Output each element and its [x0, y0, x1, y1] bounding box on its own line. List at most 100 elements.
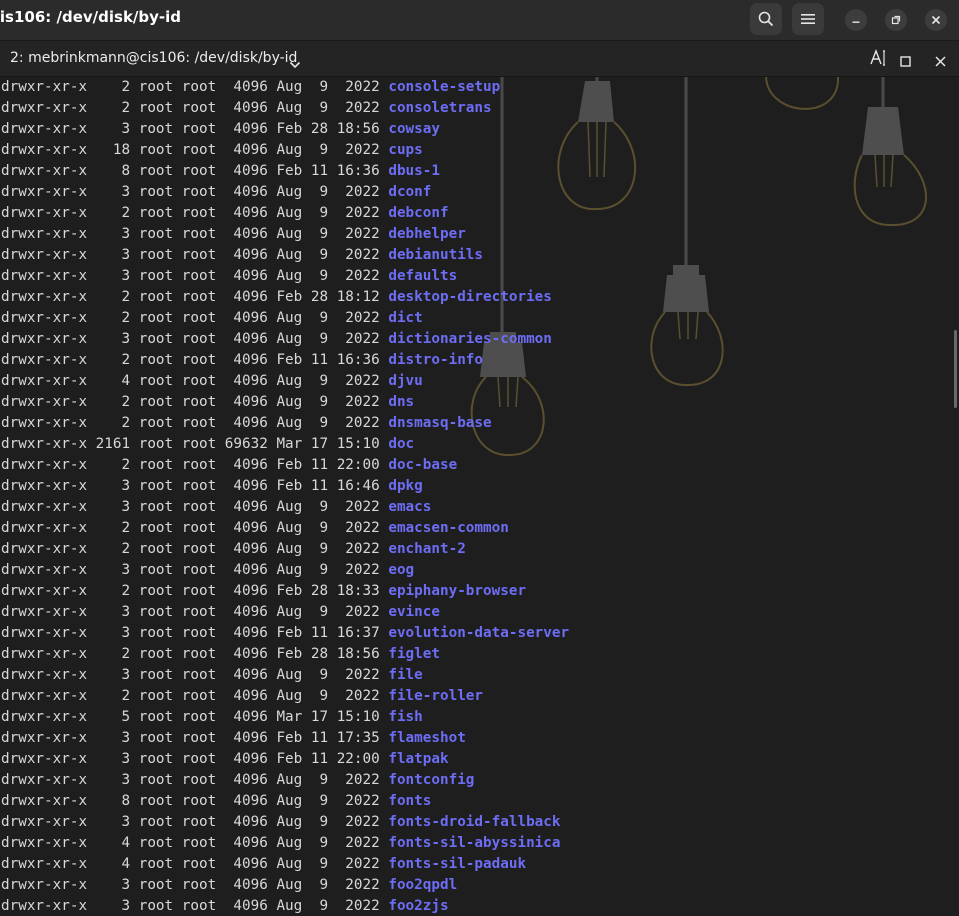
directory-name: doc: [388, 436, 415, 452]
close-icon: [935, 56, 946, 67]
listing-row: drwxr-xr-x 8 root root 4096 Feb 11 16:36…: [1, 161, 440, 182]
entry-metadata: drwxr-xr-x 3 root root 4096 Aug 9 2022: [1, 331, 389, 347]
entry-metadata: drwxr-xr-x 4 root root 4096 Aug 9 2022: [1, 835, 389, 851]
listing-row: drwxr-xr-x 2 root root 4096 Aug 9 2022 d…: [1, 392, 414, 413]
directory-name: debhelper: [388, 226, 466, 242]
listing-row: drwxr-xr-x 3 root root 4096 Aug 9 2022 d…: [1, 224, 466, 245]
minimize-icon: [852, 21, 860, 23]
minimize-button[interactable]: [845, 9, 867, 31]
directory-name: emacsen-common: [388, 520, 509, 536]
listing-row: drwxr-xr-x 2 root root 4096 Aug 9 2022 c…: [1, 98, 492, 119]
directory-name: fontconfig: [388, 772, 475, 788]
entry-metadata: drwxr-xr-x 3 root root 4096 Feb 28 18:56: [1, 121, 389, 137]
directory-name: dict: [388, 310, 423, 326]
entry-metadata: drwxr-xr-x 3 root root 4096 Feb 11 16:37: [1, 625, 389, 641]
entry-metadata: drwxr-xr-x 2 root root 4096 Feb 28 18:12: [1, 289, 389, 305]
directory-name: consoletrans: [388, 100, 492, 116]
listing-row: drwxr-xr-x 3 root root 4096 Aug 9 2022 d…: [1, 329, 552, 350]
directory-name: evolution-data-server: [388, 625, 570, 641]
listing-row: drwxr-xr-x 3 root root 4096 Feb 11 16:46…: [1, 476, 423, 497]
directory-name: evince: [388, 604, 440, 620]
entry-metadata: drwxr-xr-x 8 root root 4096 Aug 9 2022: [1, 793, 389, 809]
entry-metadata: drwxr-xr-x 3 root root 4096 Aug 9 2022: [1, 898, 389, 914]
scrollbar-thumb[interactable]: [954, 330, 957, 408]
directory-name: eog: [388, 562, 415, 578]
listing-row: drwxr-xr-x 2 root root 4096 Feb 28 18:33…: [1, 581, 526, 602]
directory-name: desktop-directories: [388, 289, 552, 305]
entry-metadata: drwxr-xr-x 3 root root 4096 Aug 9 2022: [1, 877, 389, 893]
listing-row: drwxr-xr-x 2 root root 4096 Aug 9 2022 e…: [1, 539, 466, 560]
entry-metadata: drwxr-xr-x 2 root root 4096 Aug 9 2022: [1, 310, 389, 326]
directory-name: dpkg: [388, 478, 423, 494]
listing-row: drwxr-xr-x 2 root root 4096 Aug 9 2022 d…: [1, 308, 423, 329]
directory-name: cowsay: [388, 121, 440, 137]
tab-active[interactable]: 2: mebrinkmann@cis106: /dev/disk/by-id: [0, 41, 310, 76]
entry-metadata: drwxr-xr-x 3 root root 4096 Aug 9 2022: [1, 268, 389, 284]
close-button[interactable]: [925, 9, 947, 31]
search-button[interactable]: [750, 3, 782, 35]
entry-metadata: drwxr-xr-x 2 root root 4096 Feb 28 18:56: [1, 646, 389, 662]
directory-name: dns: [388, 394, 415, 410]
entry-metadata: drwxr-xr-x 2 root root 4096 Aug 9 2022: [1, 541, 389, 557]
directory-name: foo2qpdl: [388, 877, 458, 893]
tab-close-button[interactable]: [935, 52, 946, 71]
entry-metadata: drwxr-xr-x 2 root root 4096 Feb 11 16:36: [1, 352, 389, 368]
entry-metadata: drwxr-xr-x 4 root root 4096 Aug 9 2022: [1, 856, 389, 872]
listing-row: drwxr-xr-x 2 root root 4096 Aug 9 2022 d…: [1, 203, 449, 224]
listing-row: drwxr-xr-x 2 root root 4096 Feb 28 18:12…: [1, 287, 552, 308]
listing-row: drwxr-xr-x 4 root root 4096 Aug 9 2022 d…: [1, 371, 423, 392]
listing-row: drwxr-xr-x 5 root root 4096 Mar 17 15:10…: [1, 707, 423, 728]
window-title: cis106: /dev/disk/by-id: [0, 8, 182, 26]
directory-name: figlet: [388, 646, 440, 662]
entry-metadata: drwxr-xr-x 2 root root 4096 Aug 9 2022: [1, 100, 389, 116]
listing-row: drwxr-xr-x 3 root root 4096 Aug 9 2022 d…: [1, 182, 431, 203]
square-icon: [900, 56, 911, 67]
entry-metadata: drwxr-xr-x 2 root root 4096 Aug 9 2022: [1, 688, 389, 704]
directory-name: distro-info: [388, 352, 484, 368]
directory-name: foo2zjs: [388, 898, 449, 914]
menu-button[interactable]: [792, 3, 824, 35]
entry-metadata: drwxr-xr-x 3 root root 4096 Aug 9 2022: [1, 562, 389, 578]
listing-row: drwxr-xr-x 3 root root 4096 Aug 9 2022 e…: [1, 497, 431, 518]
entry-metadata: drwxr-xr-x 2161 root root 69632 Mar 17 1…: [1, 436, 389, 452]
directory-name: file-roller: [388, 688, 484, 704]
read-only-toggle[interactable]: [870, 49, 888, 71]
directory-name: flatpak: [388, 751, 449, 767]
entry-metadata: drwxr-xr-x 2 root root 4096 Aug 9 2022: [1, 79, 389, 95]
maximize-button[interactable]: [885, 9, 907, 31]
entry-metadata: drwxr-xr-x 5 root root 4096 Mar 17 15:10: [1, 709, 389, 725]
directory-name: debconf: [388, 205, 449, 221]
entry-metadata: drwxr-xr-x 3 root root 4096 Feb 11 16:46: [1, 478, 389, 494]
text-cursor-icon: [870, 49, 885, 66]
header-bar: cis106: /dev/disk/by-id: [0, 0, 959, 41]
close-icon: [931, 15, 941, 25]
entry-metadata: drwxr-xr-x 3 root root 4096 Aug 9 2022: [1, 667, 389, 683]
directory-name: enchant-2: [388, 541, 466, 557]
listing-row: drwxr-xr-x 4 root root 4096 Aug 9 2022 f…: [1, 833, 561, 854]
entry-metadata: drwxr-xr-x 3 root root 4096 Aug 9 2022: [1, 772, 389, 788]
listing-row: drwxr-xr-x 3 root root 4096 Feb 11 16:37…: [1, 623, 569, 644]
tab-maximize-button[interactable]: [900, 52, 911, 71]
listing-row: drwxr-xr-x 3 root root 4096 Aug 9 2022 d…: [1, 245, 483, 266]
entry-metadata: drwxr-xr-x 2 root root 4096 Aug 9 2022: [1, 394, 389, 410]
directory-name: fonts-droid-fallback: [388, 814, 561, 830]
listing-row: drwxr-xr-x 3 root root 4096 Aug 9 2022 f…: [1, 770, 474, 791]
entry-metadata: drwxr-xr-x 3 root root 4096 Aug 9 2022: [1, 604, 389, 620]
listing-row: drwxr-xr-x 4 root root 4096 Aug 9 2022 f…: [1, 854, 526, 875]
listing-row: drwxr-xr-x 2 root root 4096 Aug 9 2022 c…: [1, 77, 500, 98]
directory-name: dnsmasq-base: [388, 415, 492, 431]
directory-name: fish: [388, 709, 423, 725]
hamburger-menu-icon: [801, 14, 815, 24]
listing-row: drwxr-xr-x 3 root root 4096 Aug 9 2022 f…: [1, 812, 561, 833]
listing-row: drwxr-xr-x 3 root root 4096 Aug 9 2022 f…: [1, 875, 457, 896]
tab-dropdown-button[interactable]: [289, 54, 301, 73]
listing-row: drwxr-xr-x 3 root root 4096 Aug 9 2022 f…: [1, 665, 423, 686]
directory-name: file: [388, 667, 423, 683]
directory-name: dconf: [388, 184, 432, 200]
directory-name: emacs: [388, 499, 432, 515]
directory-name: dbus-1: [388, 163, 440, 179]
tab-title: 2: mebrinkmann@cis106: /dev/disk/by-id: [10, 50, 298, 66]
entry-metadata: drwxr-xr-x 3 root root 4096 Aug 9 2022: [1, 499, 389, 515]
tab-bar: 2: mebrinkmann@cis106: /dev/disk/by-id: [0, 41, 959, 77]
terminal-output[interactable]: drwxr-xr-x 2 root root 4096 Aug 9 2022 c…: [0, 77, 959, 916]
